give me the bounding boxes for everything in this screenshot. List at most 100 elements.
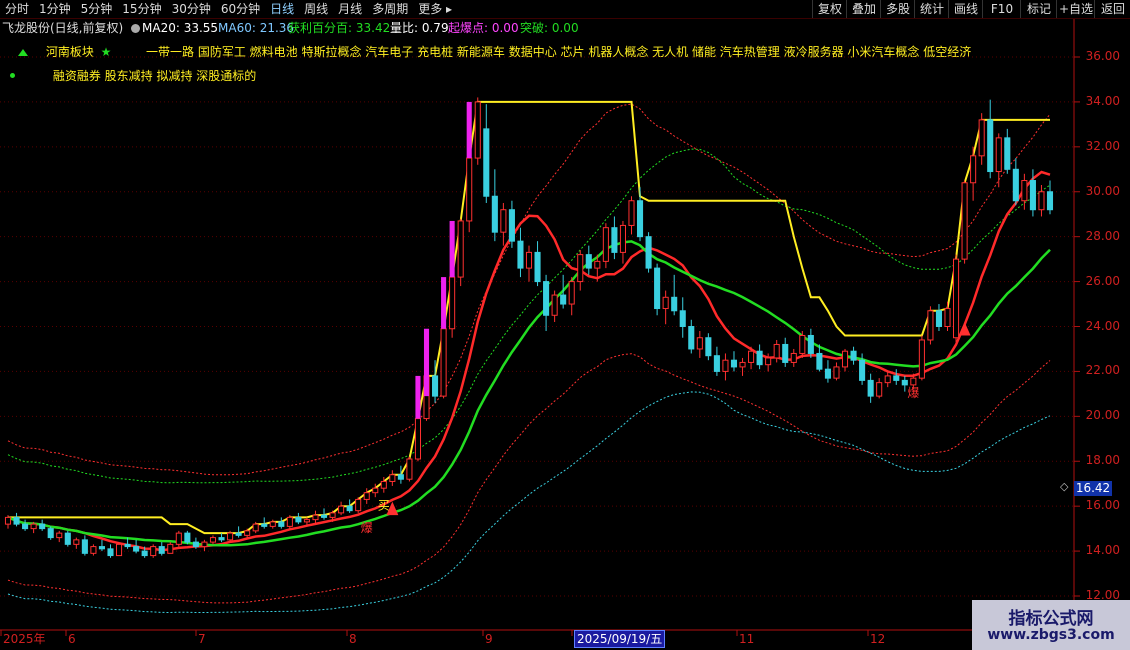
candle-body bbox=[517, 240, 524, 269]
candle-body bbox=[329, 512, 336, 518]
signal-bar bbox=[449, 220, 455, 278]
candle-body bbox=[457, 220, 464, 278]
candle-body bbox=[286, 516, 293, 527]
candle-body bbox=[295, 516, 302, 523]
x-tick-label: 12 bbox=[870, 632, 886, 646]
signal-label: 爆 bbox=[907, 386, 919, 400]
candle-body bbox=[910, 377, 917, 386]
candle-body bbox=[107, 548, 114, 557]
candle-body bbox=[22, 523, 29, 530]
candle-body bbox=[1021, 180, 1028, 202]
y-tick-label: 24.00 bbox=[1085, 318, 1120, 333]
candle-body bbox=[850, 350, 857, 361]
candle-body bbox=[380, 480, 387, 489]
candle-body bbox=[192, 541, 199, 548]
candle-body bbox=[81, 539, 88, 554]
candle-body bbox=[654, 267, 661, 310]
y-tick-label: 14.00 bbox=[1085, 543, 1120, 558]
candle-body bbox=[901, 379, 908, 386]
candle-body bbox=[773, 343, 780, 359]
y-tick-label: 26.00 bbox=[1085, 273, 1120, 288]
cursor-date-label: 2025/09/19/五 bbox=[574, 630, 666, 648]
candle-body bbox=[688, 326, 695, 350]
candle-body bbox=[355, 498, 362, 512]
candle-body bbox=[432, 375, 439, 397]
watermark: 指标公式网 www.zbgs3.com bbox=[972, 600, 1130, 650]
y-tick-label: 36.00 bbox=[1085, 49, 1120, 63]
y-tick-label: 20.00 bbox=[1085, 408, 1120, 423]
candle-body bbox=[824, 368, 831, 379]
candle-body bbox=[175, 532, 182, 545]
x-tick-label: 9 bbox=[485, 632, 493, 646]
candle-body bbox=[833, 366, 840, 379]
candle-body bbox=[671, 296, 678, 312]
candle-body bbox=[696, 337, 703, 350]
candle-body bbox=[799, 334, 806, 354]
candle-body bbox=[619, 224, 626, 253]
candle-body bbox=[679, 310, 686, 328]
y-tick-label: 22.00 bbox=[1085, 363, 1120, 378]
candle-body bbox=[765, 357, 772, 366]
candlestick-chart[interactable]: 爆爆买 bbox=[0, 0, 1130, 650]
candle-body bbox=[500, 209, 507, 233]
x-tick-label: 2025年 bbox=[3, 632, 46, 646]
candle-body bbox=[449, 276, 456, 330]
candle-body bbox=[491, 195, 498, 233]
candle-body bbox=[884, 375, 891, 384]
candle-body bbox=[508, 209, 515, 242]
resistance-step-line bbox=[8, 100, 1050, 535]
candle-body bbox=[560, 294, 567, 305]
candle-body bbox=[64, 532, 71, 545]
candle-body bbox=[209, 537, 217, 543]
candle-body bbox=[4, 516, 12, 525]
candle-body bbox=[90, 546, 97, 554]
candle-body bbox=[978, 119, 985, 157]
candle-body bbox=[1004, 137, 1011, 170]
candle-body bbox=[577, 254, 584, 283]
candle-body bbox=[748, 350, 755, 363]
candle-body bbox=[30, 523, 37, 530]
candle-body bbox=[56, 532, 63, 539]
candle-body bbox=[1038, 191, 1045, 211]
candle-body bbox=[133, 546, 140, 552]
y-tick-label: 28.00 bbox=[1085, 228, 1120, 243]
candle-body bbox=[115, 543, 123, 557]
candle-body bbox=[98, 546, 105, 550]
candle-body bbox=[611, 227, 618, 253]
outer-band-line bbox=[7, 148, 1051, 484]
candle-body bbox=[440, 328, 447, 397]
y-tick-label: 34.00 bbox=[1085, 93, 1120, 108]
candle-body bbox=[782, 343, 789, 363]
candle-body bbox=[466, 157, 473, 222]
candle-body bbox=[893, 375, 900, 381]
signal-label: 爆 bbox=[361, 521, 373, 535]
current-price-tag: 16.42 bbox=[1074, 481, 1112, 496]
candle-body bbox=[1029, 180, 1036, 211]
candle-body bbox=[167, 543, 174, 554]
candle-body bbox=[970, 155, 977, 184]
candle-body bbox=[261, 523, 268, 527]
candle-body bbox=[551, 294, 558, 316]
candle-body bbox=[662, 296, 669, 310]
candle-body bbox=[713, 355, 720, 372]
candle-body bbox=[995, 137, 1002, 173]
candle-body bbox=[918, 339, 925, 379]
candle-body bbox=[525, 251, 533, 269]
candle-body bbox=[372, 487, 379, 494]
y-tick-label: 18.00 bbox=[1085, 453, 1120, 468]
upper-band-line bbox=[7, 103, 1051, 476]
candle-body bbox=[269, 521, 276, 527]
x-tick-label: 8 bbox=[349, 632, 357, 646]
candle-body bbox=[338, 505, 345, 514]
candle-body bbox=[807, 334, 814, 354]
candle-body bbox=[1012, 168, 1019, 202]
y-tick-label: 16.00 bbox=[1085, 498, 1120, 513]
candle-body bbox=[534, 251, 541, 283]
candle-body bbox=[13, 516, 20, 525]
watermark-url: www.zbgs3.com bbox=[987, 627, 1115, 643]
candle-body bbox=[397, 474, 404, 480]
candle-body bbox=[346, 505, 353, 512]
candle-body bbox=[790, 352, 797, 363]
candle-body bbox=[953, 258, 960, 339]
signal-bar bbox=[441, 277, 447, 329]
